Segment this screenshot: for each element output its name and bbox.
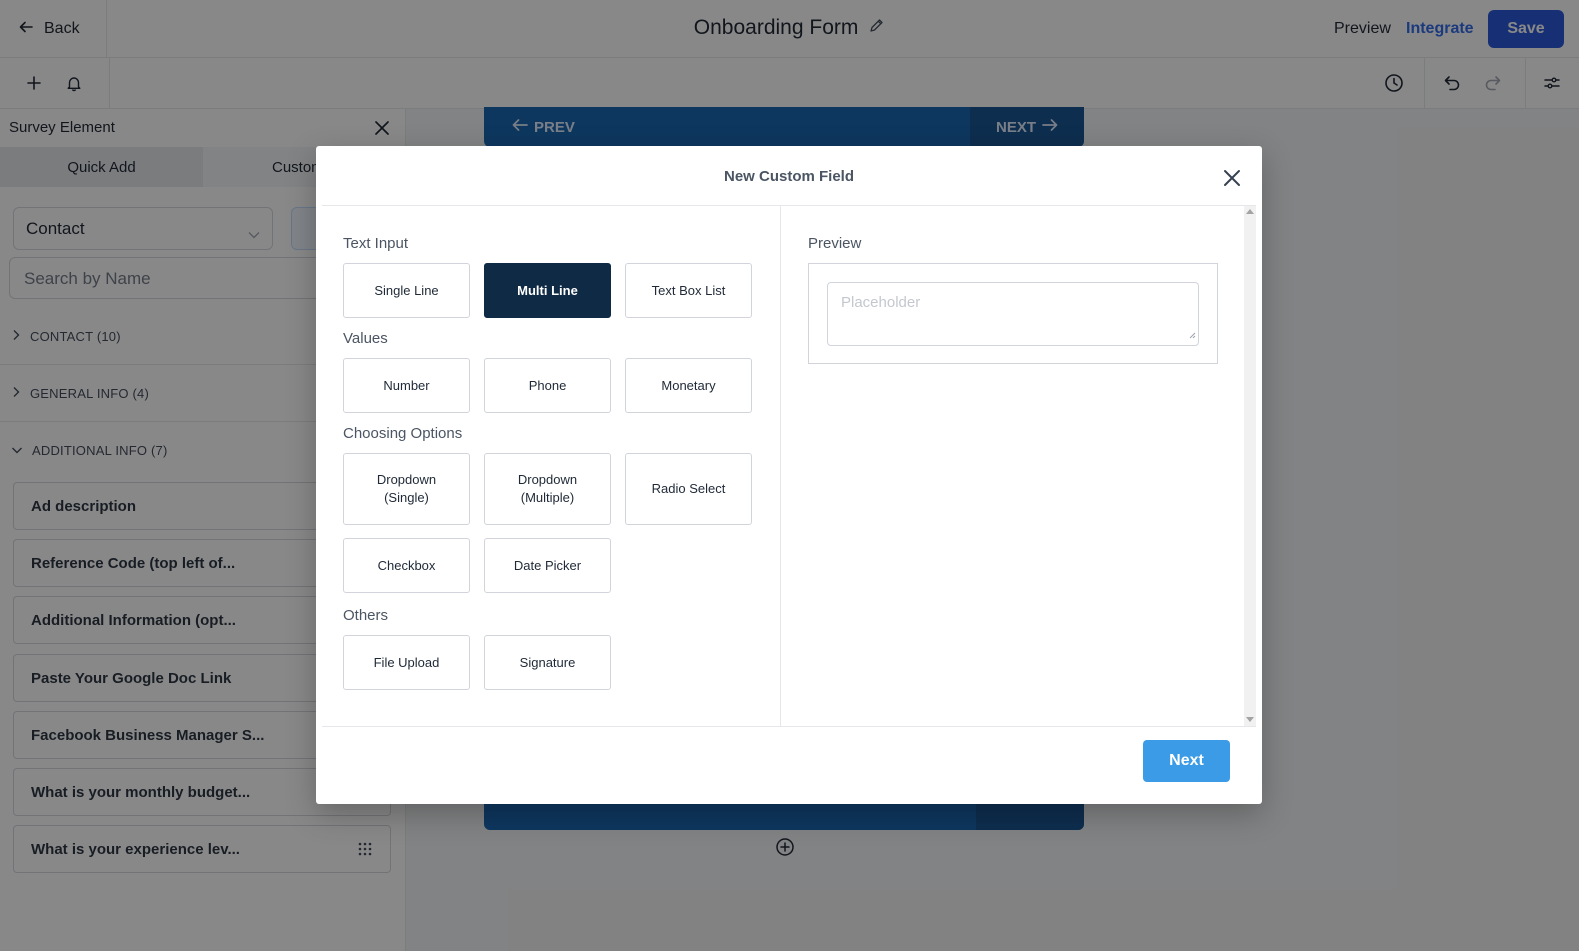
- option-file-upload[interactable]: File Upload: [343, 635, 470, 690]
- option-monetary[interactable]: Monetary: [625, 358, 752, 413]
- option-radio-select[interactable]: Radio Select: [625, 453, 752, 525]
- option-date-picker[interactable]: Date Picker: [484, 538, 611, 593]
- option-single-line[interactable]: Single Line: [343, 263, 470, 318]
- divider: [322, 726, 1256, 727]
- option-number[interactable]: Number: [343, 358, 470, 413]
- option-signature[interactable]: Signature: [484, 635, 611, 690]
- preview-textarea[interactable]: Placeholder: [827, 282, 1199, 346]
- next-button[interactable]: Next: [1143, 740, 1230, 782]
- option-dropdown-single[interactable]: Dropdown (Single): [343, 453, 470, 525]
- option-checkbox[interactable]: Checkbox: [343, 538, 470, 593]
- option-label: Dropdown (Single): [376, 472, 437, 505]
- section-label-choosing-options: Choosing Options: [343, 425, 463, 442]
- option-multi-line[interactable]: Multi Line: [484, 263, 611, 318]
- section-label-values: Values: [343, 330, 388, 347]
- scrollbar[interactable]: [1244, 206, 1256, 726]
- divider: [322, 205, 1256, 206]
- option-text-box-list[interactable]: Text Box List: [625, 263, 752, 318]
- close-icon[interactable]: [1220, 166, 1244, 190]
- scroll-up-arrow-icon[interactable]: [1246, 209, 1254, 214]
- option-label: Dropdown (Multiple): [517, 472, 578, 505]
- resize-handle-icon[interactable]: [1188, 326, 1196, 343]
- scroll-down-arrow-icon[interactable]: [1246, 717, 1254, 722]
- modal-title: New Custom Field: [723, 168, 854, 185]
- section-label-text-input: Text Input: [343, 235, 409, 252]
- preview-box: Placeholder: [808, 263, 1218, 364]
- section-label-others: Others: [343, 607, 389, 624]
- option-dropdown-multiple[interactable]: Dropdown (Multiple): [484, 453, 611, 525]
- divider: [780, 206, 781, 726]
- preview-label: Preview: [808, 235, 862, 252]
- option-phone[interactable]: Phone: [484, 358, 611, 413]
- preview-placeholder: Placeholder: [841, 294, 921, 311]
- new-custom-field-modal: New Custom Field Text Input Single Line …: [316, 146, 1262, 804]
